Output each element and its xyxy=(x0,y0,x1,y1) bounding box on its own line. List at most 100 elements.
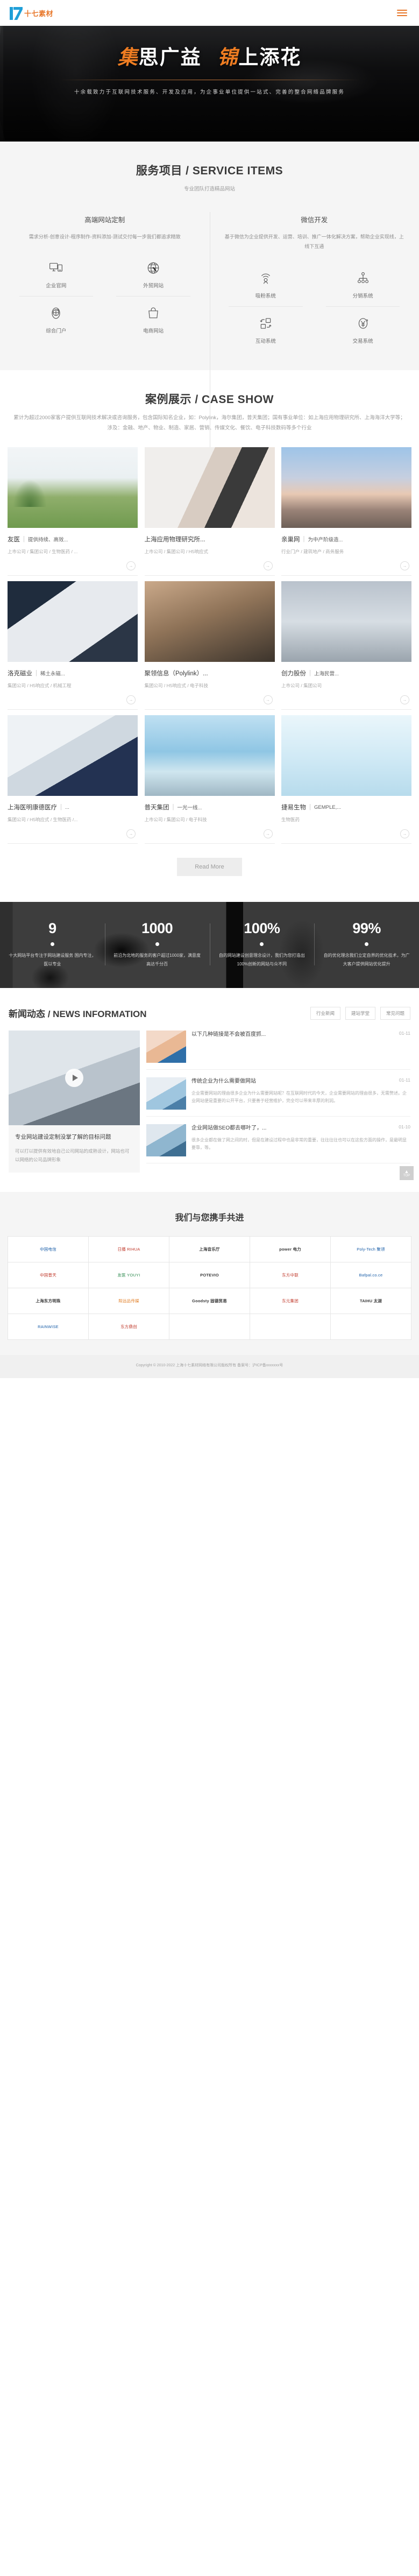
case-card[interactable]: 捷易生物 | GEMPLE,... 生物医药 → xyxy=(281,715,411,844)
news-feature-thumbnail[interactable] xyxy=(9,1030,140,1125)
arrow-right-icon[interactable]: → xyxy=(400,695,409,705)
arrow-right-icon[interactable]: → xyxy=(126,829,136,839)
partner-logo[interactable]: POTEVIO xyxy=(169,1262,250,1289)
arrow-right-icon[interactable]: → xyxy=(263,695,273,705)
service-column-desc: 基于微信为企业提供开发、运营、培训、推广一体化解决方案，帮助企业实现线，上线下互… xyxy=(224,234,404,250)
case-card[interactable]: 亲巢网 | 为中产阶级造... 行业门户 / 建筑地产 / 商务服务 → xyxy=(281,447,411,576)
case-card[interactable]: 友医 | 提供持续、高效... 上市公司 / 集团公司 / 生物医药 / ...… xyxy=(8,447,138,576)
service-item-corporate-site[interactable]: 企业官网 xyxy=(8,251,105,297)
partner-logo[interactable]: TAIHU 太湖 xyxy=(331,1288,411,1315)
caret-up-icon: ▲ xyxy=(404,1168,409,1174)
case-card[interactable]: 上海医明康德医疗 | ... 集团公司 / H5响应式 / 生物医药 /... … xyxy=(8,715,138,844)
broadcast-person-icon xyxy=(217,270,315,286)
play-icon[interactable] xyxy=(65,1068,83,1087)
case-arrow-wrap[interactable]: → xyxy=(145,561,275,571)
case-arrow-wrap[interactable]: → xyxy=(8,561,138,571)
news-item-image xyxy=(146,1077,186,1110)
case-divider xyxy=(144,709,275,710)
case-title: 上海应用物理研究所... xyxy=(145,535,275,544)
news-tab-industry[interactable]: 行业新闻 xyxy=(310,1006,340,1020)
service-item-portal[interactable]: 综合门户 xyxy=(8,297,105,342)
case-thumbnail[interactable] xyxy=(281,581,411,662)
exchange-boxes-icon xyxy=(217,315,315,331)
case-card[interactable]: 聚领信息（Polylink）... 集团公司 / H5响应式 / 电子科技 → xyxy=(144,581,275,710)
partner-logo[interactable]: RAINWISE xyxy=(8,1314,89,1340)
partner-logo[interactable]: 中国普天 xyxy=(8,1262,89,1289)
news-item[interactable]: 企业网站做SEO都去哪叶了，... 01-10 很多企业都在做了网之间的时，但是… xyxy=(146,1124,410,1156)
partner-logo[interactable]: 上海东方明珠 xyxy=(8,1288,89,1315)
case-thumbnail[interactable] xyxy=(144,581,275,662)
site-logo[interactable]: 十七素材 xyxy=(10,6,53,20)
case-thumbnail[interactable] xyxy=(281,715,411,796)
service-item-fan-system[interactable]: 吸粉系统 xyxy=(217,262,315,307)
hero-banner: 集思广益 锦上添花 十余载致力于互联网技术服务、开发及应用，为企事业单位提供一站… xyxy=(0,26,419,142)
stat-item: 1000 前沿为北地的服务的客户超过1000家，满意度高达千分百 xyxy=(104,920,210,968)
service-item-interaction-system[interactable]: 互动系统 xyxy=(217,307,315,352)
case-tags: 集团公司 / H5响应式 / 机械工程 xyxy=(8,683,72,689)
case-arrow-wrap[interactable]: → xyxy=(281,695,411,705)
hamburger-icon[interactable] xyxy=(395,8,409,18)
partner-logo[interactable]: 友医 YOUYI xyxy=(89,1262,169,1289)
case-arrow-wrap[interactable]: → xyxy=(8,829,138,839)
read-more-button[interactable]: Read More xyxy=(177,858,242,877)
case-thumbnail[interactable] xyxy=(144,715,275,796)
stat-text: 自的网站建设创意理念设计，我们为您打造出100%创新的网站与众不同 xyxy=(218,953,305,966)
news-item[interactable]: 以下几种链接是不会被百度抓... 01-11 xyxy=(146,1030,410,1063)
news-item[interactable]: 传统企业为什么需要做网站 01-11 企业需要网站的理由很多企业为什么需要网站呢… xyxy=(146,1077,410,1110)
partner-logo[interactable]: 东元集团 xyxy=(250,1288,331,1315)
news-item-thumbnail[interactable] xyxy=(146,1124,186,1156)
news-feature-card[interactable]: 专业网站建设定制没掌了解的目标问题 可以打以提供有效地自己公司网站的成熟设计，网… xyxy=(9,1030,140,1173)
news-item-thumbnail[interactable] xyxy=(146,1077,186,1110)
service-item-foreign-trade-site[interactable]: 外贸网站 xyxy=(105,251,202,297)
service-column-desc: 需求分析-创意设计-程序制作-资料添加-测试交付每一步我们都追求精致 xyxy=(29,234,181,239)
services-header: 服务项目 / SERVICE ITEMS 专业团队打造精品网站 xyxy=(0,162,419,195)
service-item-distribution-system[interactable]: 分销系统 xyxy=(314,262,411,307)
back-to-top-button[interactable]: ▲ TOP xyxy=(400,1166,414,1181)
news-list-item-wrap: 传统企业为什么需要做网站 01-11 企业需要网站的理由很多企业为什么需要网站呢… xyxy=(146,1077,410,1117)
case-thumbnail[interactable] xyxy=(8,581,138,662)
news-tab-faq[interactable]: 常见问题 xyxy=(380,1006,410,1020)
case-card[interactable]: 上海应用物理研究所... 上市公司 / 集团公司 / H5响应式 → xyxy=(144,447,275,576)
partner-logo[interactable]: 东方鼎创 xyxy=(89,1314,169,1340)
case-thumbnail[interactable] xyxy=(281,447,411,528)
case-arrow-wrap[interactable]: → xyxy=(145,695,275,705)
news-tab-school[interactable]: 建站学堂 xyxy=(345,1006,375,1020)
case-card[interactable]: 洛克磁业 | 稀土永磁... 集团公司 / H5响应式 / 机械工程 → xyxy=(8,581,138,710)
case-card[interactable]: 创力股份 | 上海民营... 上市公司 / 集团公司 → xyxy=(281,581,411,710)
case-title: 亲巢网 | 为中产阶级造... xyxy=(281,535,411,544)
case-separator: | xyxy=(309,804,311,811)
arrow-right-icon[interactable]: → xyxy=(263,829,273,839)
partner-logo[interactable]: 日播 RIHUA xyxy=(89,1237,169,1263)
case-card[interactable]: 普天集团 | 一光一线... 上市公司 / 集团公司 / 电子科技 → xyxy=(144,715,275,844)
arrow-right-icon[interactable]: → xyxy=(263,561,273,571)
case-arrow-wrap[interactable]: → xyxy=(281,829,411,839)
partner-logo[interactable]: Goodsty 固德贸易 xyxy=(169,1288,250,1315)
news-item-thumbnail[interactable] xyxy=(146,1030,186,1063)
arrow-right-icon[interactable]: → xyxy=(400,561,409,571)
arrow-right-icon[interactable]: → xyxy=(126,561,136,571)
case-thumbnail[interactable] xyxy=(144,447,275,528)
news-item-image xyxy=(146,1030,186,1063)
case-arrow-wrap[interactable]: → xyxy=(281,561,411,571)
case-divider xyxy=(281,575,411,576)
case-tags: 上市公司 / 集团公司 / 电子科技 xyxy=(144,817,207,823)
partner-logo[interactable]: Poly-Tech 聚领 xyxy=(331,1237,411,1263)
arrow-right-icon[interactable]: → xyxy=(400,829,409,839)
case-arrow-wrap[interactable]: → xyxy=(8,695,138,705)
case-image xyxy=(281,715,411,796)
partner-logo[interactable]: 阳远品传媒 xyxy=(89,1288,169,1315)
case-thumbnail[interactable] xyxy=(8,715,138,796)
partner-logo[interactable]: 中国电信 xyxy=(8,1237,89,1263)
service-item-transaction-system[interactable]: 交易系统 xyxy=(314,307,411,352)
case-arrow-wrap[interactable]: → xyxy=(145,829,275,839)
arrow-right-icon[interactable]: → xyxy=(126,695,136,705)
case-title: 捷易生物 | GEMPLE,... xyxy=(281,803,411,811)
partner-logo[interactable]: 上海音乐厅 xyxy=(169,1237,250,1263)
partner-logo[interactable]: 东方中联 xyxy=(250,1262,331,1289)
case-thumbnail[interactable] xyxy=(8,447,138,528)
hero-title-part4: 上添花 xyxy=(238,45,302,69)
partner-logo[interactable]: power 电力 xyxy=(250,1237,331,1263)
service-item-ecommerce-site[interactable]: 电商网站 xyxy=(105,297,202,342)
partner-logo[interactable]: Bafpal.co.ce xyxy=(331,1262,411,1289)
case-tags: 生物医药 xyxy=(281,817,300,823)
